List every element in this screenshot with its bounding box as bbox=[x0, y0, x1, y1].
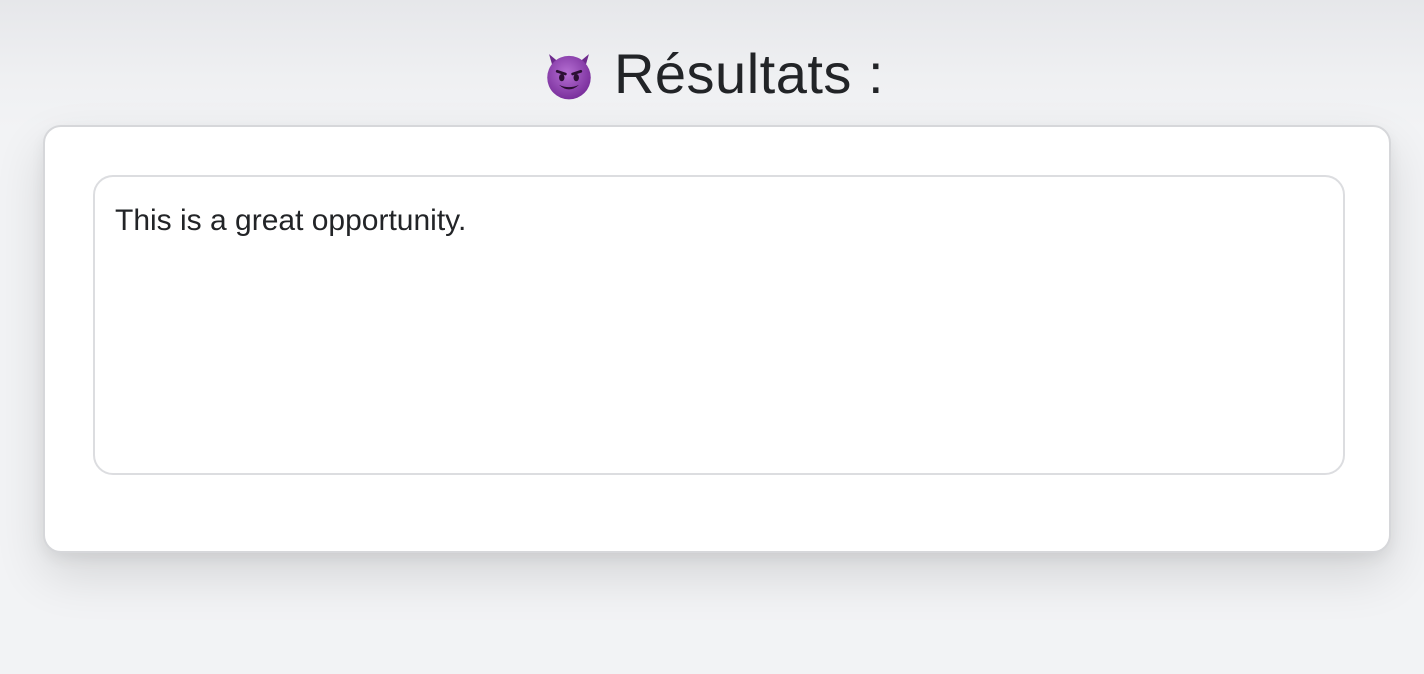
page-title: Résultats : bbox=[613, 42, 885, 105]
smiling-devil-icon bbox=[540, 45, 598, 103]
results-card: This is a great opportunity. bbox=[43, 125, 1391, 553]
results-header: Résultats : bbox=[0, 38, 1424, 110]
result-text: This is a great opportunity. bbox=[115, 204, 467, 237]
result-output-box[interactable]: This is a great opportunity. bbox=[93, 175, 1345, 475]
